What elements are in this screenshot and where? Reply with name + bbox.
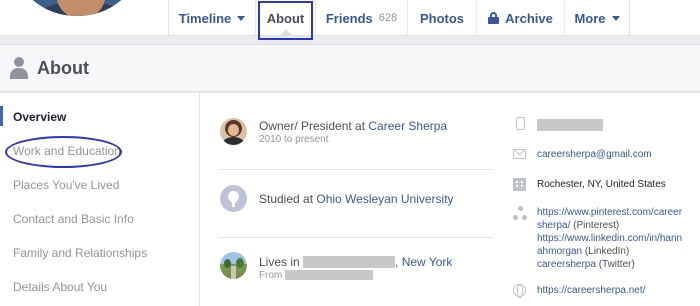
share-icon: [513, 206, 527, 220]
redacted-hometown: [285, 270, 374, 280]
location-text: Rochester, NY, United States: [537, 179, 666, 190]
school-icon: [220, 185, 247, 212]
city-photo-icon: [220, 252, 247, 279]
website-text: https://careersherpa.net/: [537, 284, 645, 297]
sidebar-item-details[interactable]: Details About You: [13, 280, 107, 294]
about-section-header: About: [0, 44, 700, 92]
profile-photo-icon: [220, 118, 247, 145]
education-prefix: Studied at: [259, 192, 317, 206]
lock-icon: [488, 12, 500, 24]
email-link[interactable]: careersherpa@gmail.com: [537, 149, 652, 160]
friends-count: 628: [378, 12, 398, 24]
linkedin-link[interactable]: https://www.linkedin.com/in/hann: [537, 233, 682, 244]
pinterest-link[interactable]: https://www.pinterest.com/career: [537, 207, 682, 218]
tab-more[interactable]: More: [564, 0, 630, 36]
profile-nav-bar: Timeline About Friends 628 Photos Archiv…: [0, 0, 700, 36]
sidebar-item-contact-info[interactable]: Contact and Basic Info: [13, 212, 134, 226]
linkedin-note: (LinkedIn): [584, 246, 630, 257]
person-icon: [10, 57, 28, 79]
lives-prefix: Lives in: [259, 255, 304, 269]
twitter-note: (Twitter): [598, 259, 635, 270]
globe-icon: [513, 284, 526, 298]
sidebar-item-family[interactable]: Family and Relationships: [13, 246, 147, 260]
active-item-indicator: [0, 106, 3, 126]
tab-photos[interactable]: Photos: [407, 0, 476, 36]
sidebar-item-places-lived[interactable]: Places You've Lived: [13, 178, 119, 192]
pinterest-link-cont[interactable]: sherpa/: [537, 220, 570, 231]
tab-archive[interactable]: Archive: [476, 0, 564, 36]
work-dates: 2010 to present: [259, 134, 329, 145]
tab-friends-label: Friends: [325, 10, 373, 26]
building-icon: [513, 178, 526, 191]
work-prefix: Owner/ President at: [259, 119, 369, 133]
redacted-city: [303, 256, 396, 268]
about-sidebar: Overview Work and Education Places You'v…: [0, 93, 200, 306]
divider: [218, 169, 493, 170]
pinterest-note: (Pinterest): [573, 220, 620, 231]
tab-photos-label: Photos: [419, 10, 465, 26]
email-icon: [513, 149, 526, 159]
tab-archive-label: Archive: [505, 10, 553, 26]
education-line: Studied at Ohio Wesleyan University: [259, 192, 454, 206]
overview-content: Owner/ President at Career Sherpa 2010 t…: [201, 93, 700, 306]
from-label: From: [259, 270, 283, 281]
linkedin-link-cont[interactable]: ahmorgan: [537, 246, 582, 257]
work-org-link[interactable]: Career Sherpa: [368, 119, 447, 133]
work-education-annotation-circle: [5, 136, 122, 168]
page-title: About: [37, 58, 89, 78]
phone-icon: [516, 117, 525, 130]
tab-timeline[interactable]: Timeline: [168, 0, 255, 36]
website-link[interactable]: https://careersherpa.net/: [537, 285, 645, 296]
tab-friends[interactable]: Friends 628: [315, 0, 407, 36]
chevron-down-icon: [237, 16, 246, 21]
twitter-link[interactable]: careersherpa: [537, 259, 596, 270]
tab-timeline-label: Timeline: [178, 10, 232, 26]
profile-picture[interactable]: [12, 0, 142, 20]
about-tab-annotation-box: [258, 1, 313, 40]
email-text: careersherpa@gmail.com: [537, 148, 652, 161]
school-link[interactable]: Ohio Wesleyan University: [316, 192, 453, 206]
divider: [218, 237, 493, 238]
social-links-text: https://www.pinterest.com/career sherpa/…: [537, 206, 682, 271]
lives-place-link[interactable]: , New York: [395, 255, 452, 269]
redacted-phone: [537, 119, 603, 131]
tab-more-label: More: [574, 10, 606, 26]
chevron-down-icon: [611, 16, 620, 21]
sidebar-item-overview[interactable]: Overview: [13, 110, 66, 124]
work-line: Owner/ President at Career Sherpa: [259, 119, 447, 133]
lives-line: Lives in , New York: [259, 255, 452, 269]
about-panel: Overview Work and Education Places You'v…: [0, 93, 700, 306]
from-line: From: [259, 270, 374, 281]
